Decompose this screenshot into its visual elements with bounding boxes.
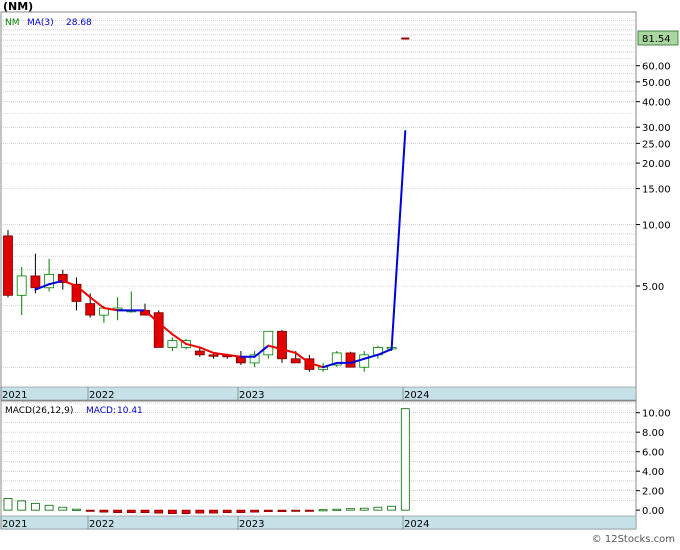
price-y-tick-label: 5.00 <box>642 282 664 293</box>
macd-x-label: 2024 <box>404 519 429 530</box>
candle-body <box>153 312 164 348</box>
candle-body <box>167 340 178 348</box>
last-price-label: 81.54 <box>642 34 671 45</box>
stock-chart: 60.00 50.00 40.00 30.00 25.00 20.00 15.00 10.00… <box>0 0 680 546</box>
macd-bar <box>304 509 314 512</box>
price-y-tick-label: 10.00 <box>642 221 671 232</box>
candle-body <box>345 352 356 368</box>
macd-bar <box>85 509 95 512</box>
macd-bar <box>195 509 205 514</box>
macd-y-tick-label: 4.00 <box>642 467 664 478</box>
macd-panel <box>0 400 637 530</box>
macd-bar <box>3 498 13 511</box>
legend-ma-name: MA(3) <box>27 18 54 28</box>
chart-title: (NM) <box>3 0 33 13</box>
price-y-ticks: 60.00 50.00 40.00 30.00 25.00 20.00 15.00 10.00… <box>636 62 671 293</box>
macd-bar <box>44 504 54 511</box>
macd-bar <box>99 509 109 513</box>
macd-bar <box>291 509 301 512</box>
macd-x-label: 2021 <box>2 519 27 530</box>
macd-bar <box>318 509 328 512</box>
macd-bar <box>332 508 342 511</box>
macd-bar <box>263 509 273 513</box>
macd-bar <box>236 509 246 513</box>
candle-body <box>30 275 41 289</box>
price-y-tick-label: 15.00 <box>642 185 671 196</box>
price-x-label: 2022 <box>89 390 114 401</box>
candle-body <box>3 235 13 296</box>
macd-bar <box>209 509 218 514</box>
legend-nm: NM <box>5 18 20 28</box>
price-panel <box>0 11 637 401</box>
macd-bar <box>373 506 383 511</box>
macd-bar <box>181 509 191 514</box>
macd-y-tick-label: 0.00 <box>642 506 664 517</box>
macd-bar <box>387 505 397 511</box>
macd-bar <box>17 500 27 511</box>
price-x-label: 2024 <box>404 390 429 401</box>
macd-bar <box>400 408 410 511</box>
macd-legend-name: MACD(26,12,9) <box>5 406 73 416</box>
price-y-tick-label: 40.00 <box>642 98 671 109</box>
candle-body <box>277 330 287 360</box>
watermark: © 12Stocks.com <box>592 534 675 545</box>
macd-bar <box>30 502 40 511</box>
macd-y-ticks: 10.00 8.00 6.00 4.00 2.00 0.00 <box>636 409 671 517</box>
candle-body <box>85 303 96 316</box>
macd-y-tick-label: 8.00 <box>642 428 664 439</box>
price-x-label: 2023 <box>239 390 264 401</box>
macd-bar <box>72 508 81 511</box>
candle-body <box>290 358 301 364</box>
candle-body <box>359 354 370 368</box>
macd-bar <box>250 509 260 513</box>
price-y-tick-label: 25.00 <box>642 139 671 150</box>
macd-bar <box>359 507 369 511</box>
candle-body <box>263 330 274 356</box>
macd-bar <box>222 509 232 513</box>
macd-bar <box>140 509 150 513</box>
macd-bar <box>167 509 177 514</box>
candle-body <box>16 275 27 296</box>
macd-bar <box>113 509 122 513</box>
macd-y-tick-label: 6.00 <box>642 448 664 459</box>
macd-bar <box>277 509 287 513</box>
macd-bar <box>154 509 164 514</box>
macd-bar <box>346 508 355 511</box>
macd-y-tick-label: 10.00 <box>642 409 671 420</box>
macd-legend-value: 10.41 <box>117 406 143 416</box>
chart-svg: 60.00 50.00 40.00 30.00 25.00 20.00 15.00 10.00… <box>0 0 679 545</box>
macd-x-label: 2022 <box>89 519 114 530</box>
price-y-tick-label: 30.00 <box>642 123 671 134</box>
price-y-tick-label: 20.00 <box>642 159 671 170</box>
candle-body <box>194 350 205 356</box>
candle-body <box>208 354 219 357</box>
macd-legend-label: MACD: <box>86 406 116 416</box>
price-y-tick-label: 60.00 <box>642 62 671 73</box>
macd-x-label: 2023 <box>239 519 264 530</box>
macd-bar <box>126 509 136 513</box>
macd-bar <box>58 506 68 511</box>
macd-y-tick-label: 2.00 <box>642 487 664 498</box>
legend-ma-value: 28.68 <box>66 18 92 28</box>
price-x-label: 2021 <box>2 390 27 401</box>
price-y-tick-label: 50.00 <box>642 78 671 89</box>
